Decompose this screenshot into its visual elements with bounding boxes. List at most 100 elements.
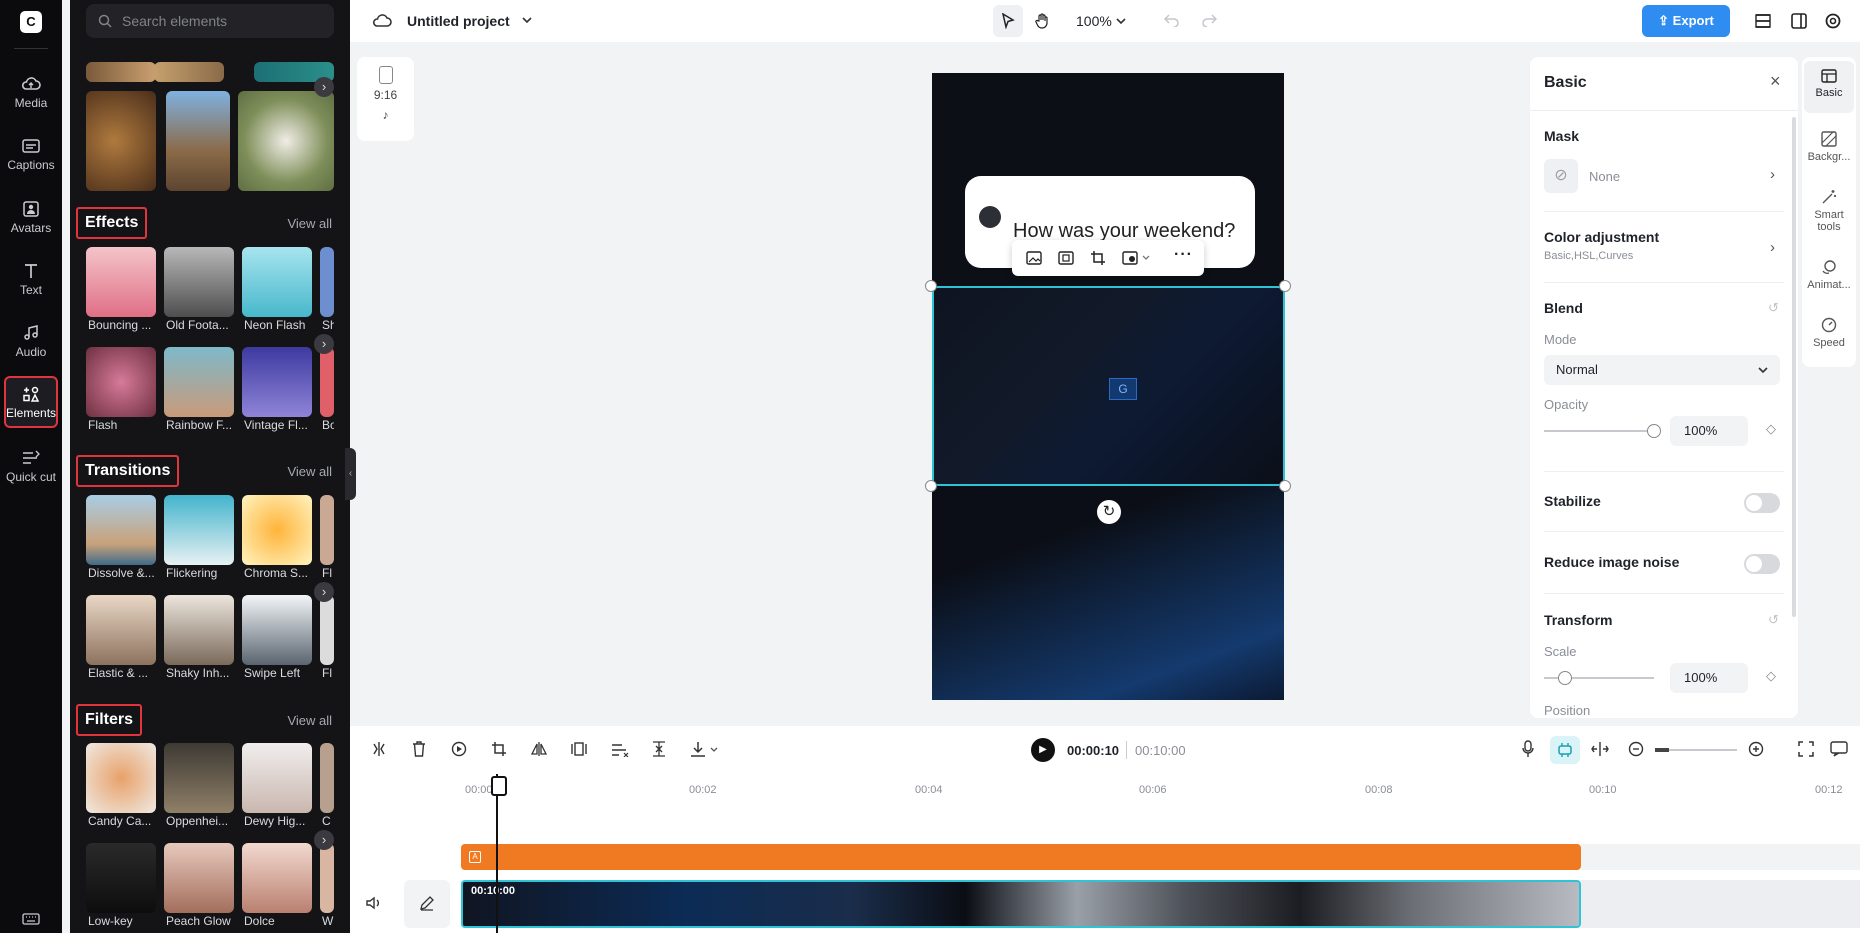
sticker-thumb[interactable] <box>86 62 156 82</box>
rail-item-captions[interactable]: Captions <box>4 139 58 172</box>
opacity-input[interactable]: 100% <box>1670 416 1748 446</box>
tab-smart-tools[interactable]: Smart tools <box>1804 189 1854 233</box>
color-adjust-label[interactable]: Color adjustment <box>1544 229 1659 245</box>
tab-speed[interactable]: Speed <box>1804 317 1854 349</box>
speaker-icon[interactable] <box>366 896 382 910</box>
cloud-icon[interactable] <box>372 13 392 29</box>
scroll-right-button[interactable]: › <box>314 334 334 354</box>
selected-video-clip[interactable]: G <box>932 286 1285 486</box>
replace-image-icon[interactable] <box>1026 251 1042 265</box>
split-audio-icon[interactable] <box>1591 741 1609 757</box>
scroll-right-button[interactable]: › <box>314 582 334 602</box>
download-icon[interactable] <box>690 741 706 757</box>
tab-animation[interactable]: Animat... <box>1804 259 1854 291</box>
stabilize-toggle[interactable] <box>1744 493 1780 513</box>
speed-curve-icon[interactable] <box>611 741 629 757</box>
rotate-handle[interactable]: ↻ <box>1097 500 1121 524</box>
sticker-thumb[interactable] <box>166 91 230 191</box>
keyframe-icon[interactable]: ◇ <box>1766 421 1776 437</box>
tab-background[interactable]: Backgr... <box>1804 131 1854 163</box>
tab-basic[interactable]: Basic <box>1804 61 1854 113</box>
effects-view-all-link[interactable]: View all <box>287 216 332 231</box>
crop-icon[interactable] <box>1090 250 1106 266</box>
zoom-level[interactable]: 100% <box>1076 13 1112 29</box>
filter-thumb[interactable] <box>86 743 156 813</box>
settings-icon[interactable] <box>1824 12 1842 30</box>
hand-tool-button[interactable] <box>1027 5 1057 37</box>
scale-slider-knob[interactable] <box>1558 671 1572 685</box>
close-icon[interactable]: × <box>1770 71 1781 92</box>
search-input[interactable]: Search elements <box>86 4 334 38</box>
transition-thumb[interactable] <box>242 595 312 665</box>
filter-thumb[interactable] <box>320 843 334 913</box>
noise-toggle[interactable] <box>1744 554 1780 574</box>
select-tool-button[interactable] <box>993 5 1023 37</box>
layers-icon[interactable] <box>1754 12 1772 30</box>
rail-item-avatars[interactable]: Avatars <box>4 201 58 235</box>
transition-thumb[interactable] <box>164 495 234 565</box>
microphone-icon[interactable] <box>1522 740 1534 758</box>
trash-icon[interactable] <box>412 741 426 757</box>
transition-thumb[interactable] <box>320 595 334 665</box>
auto-snap-button[interactable] <box>1550 736 1580 764</box>
resize-handle-bottom-right[interactable] <box>1279 480 1291 492</box>
transition-thumb[interactable] <box>320 495 334 565</box>
cutout-icon[interactable] <box>1122 251 1138 265</box>
resize-handle-bottom-left[interactable] <box>925 480 937 492</box>
keyframe-icon[interactable]: ◇ <box>1766 668 1776 684</box>
chevron-down-icon[interactable] <box>710 747 718 753</box>
filter-thumb[interactable] <box>242 843 312 913</box>
freeze-frame-icon[interactable] <box>571 741 587 757</box>
more-options-icon[interactable]: ··· <box>1174 246 1193 264</box>
zoom-out-icon[interactable] <box>1628 741 1644 757</box>
zoom-in-icon[interactable] <box>1748 741 1764 757</box>
opacity-slider[interactable] <box>1544 430 1654 432</box>
effect-thumb[interactable] <box>164 247 234 317</box>
trim-icon[interactable] <box>651 741 667 757</box>
comment-icon[interactable] <box>1830 741 1848 757</box>
rail-item-media[interactable]: Media <box>4 76 58 110</box>
app-logo[interactable]: C <box>20 11 42 33</box>
filters-view-all-link[interactable]: View all <box>287 713 332 728</box>
sticker-thumb[interactable] <box>86 91 156 191</box>
effect-thumb[interactable] <box>86 247 156 317</box>
effect-thumb[interactable] <box>242 347 312 417</box>
effect-thumb[interactable] <box>242 247 312 317</box>
play-button[interactable]: ▶ <box>1031 738 1055 762</box>
panel-layout-icon[interactable] <box>1790 12 1808 30</box>
rail-item-text[interactable]: Text <box>4 263 58 297</box>
effect-thumb[interactable] <box>320 347 334 417</box>
resize-handle-top-right[interactable] <box>1279 280 1291 292</box>
transitions-view-all-link[interactable]: View all <box>287 464 332 479</box>
redo-icon[interactable] <box>1201 13 1217 27</box>
chevron-down-icon[interactable] <box>1116 17 1126 25</box>
text-track-clip[interactable]: A <box>461 844 1581 870</box>
effect-thumb[interactable] <box>86 347 156 417</box>
transition-thumb[interactable] <box>164 595 234 665</box>
sticker-thumb[interactable] <box>154 62 224 82</box>
filter-thumb[interactable] <box>320 743 334 813</box>
filter-thumb[interactable] <box>164 843 234 913</box>
undo-icon[interactable] <box>1164 13 1180 27</box>
filter-thumb[interactable] <box>86 843 156 913</box>
project-title[interactable]: Untitled project <box>407 13 510 29</box>
collapse-panel-button[interactable]: ‹ <box>345 448 356 500</box>
chevron-right-icon[interactable]: › <box>1770 239 1775 256</box>
filter-thumb[interactable] <box>164 743 234 813</box>
playhead[interactable] <box>491 774 507 933</box>
rail-item-quick-cut[interactable]: Quick cut <box>4 450 58 484</box>
transition-thumb[interactable] <box>86 595 156 665</box>
chevron-down-icon[interactable] <box>522 16 532 24</box>
effect-thumb[interactable] <box>164 347 234 417</box>
export-button[interactable]: ⇪ Export <box>1642 5 1730 37</box>
timeline[interactable]: 00:00 00:02 00:04 00:06 00:08 00:10 00:1… <box>350 774 1860 933</box>
rail-item-elements[interactable]: Elements <box>4 376 58 428</box>
cover-edit-button[interactable] <box>404 880 450 928</box>
scale-input[interactable]: 100% <box>1670 663 1748 693</box>
flip-icon[interactable] <box>531 741 547 757</box>
opacity-slider-knob[interactable] <box>1647 424 1661 438</box>
scrollbar[interactable] <box>1792 117 1796 617</box>
keyboard-icon[interactable] <box>22 913 40 925</box>
filter-thumb[interactable] <box>242 743 312 813</box>
transition-thumb[interactable] <box>242 495 312 565</box>
